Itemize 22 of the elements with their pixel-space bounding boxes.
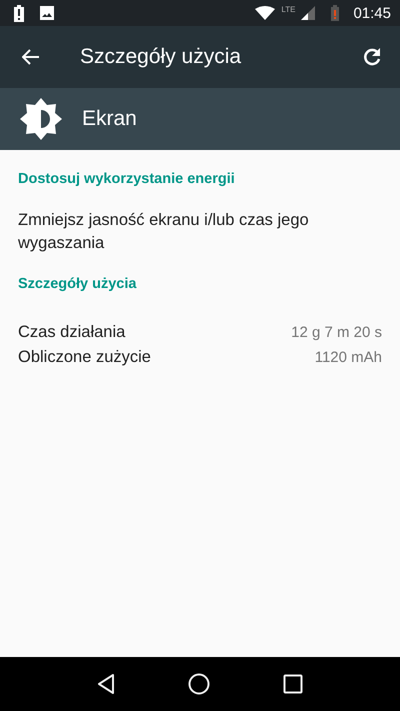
signal-icon [301,6,316,20]
network-label: LTE [281,5,296,14]
stat-label: Czas działania [18,323,126,342]
refresh-icon[interactable] [362,47,382,67]
image-icon [40,6,54,20]
recents-icon[interactable] [283,674,304,694]
stat-value: 12 g 7 m 20 s [291,324,382,341]
back-icon[interactable] [96,674,115,694]
suggestion-item[interactable]: Zmniejsz jasność ekranu i/lub czas jego wygaszania [18,209,382,255]
battery-icon [331,5,340,21]
section-heading: Dostosuj wykorzystanie energii [18,171,236,187]
toolbar-title: Szczegóły użycia [80,45,242,69]
stat-value: 1120 mAh [314,349,382,366]
stat-label: Obliczone zużycie [18,348,151,367]
battery-alert-icon [14,4,24,22]
home-icon[interactable] [188,673,210,695]
section-heading: Szczegóły użycia [18,276,138,292]
brightness-icon [20,98,62,140]
app-name: Ekran [82,107,137,131]
clock: 01:45 [353,4,391,22]
wifi-icon [255,6,276,20]
back-arrow-icon[interactable] [22,49,40,65]
